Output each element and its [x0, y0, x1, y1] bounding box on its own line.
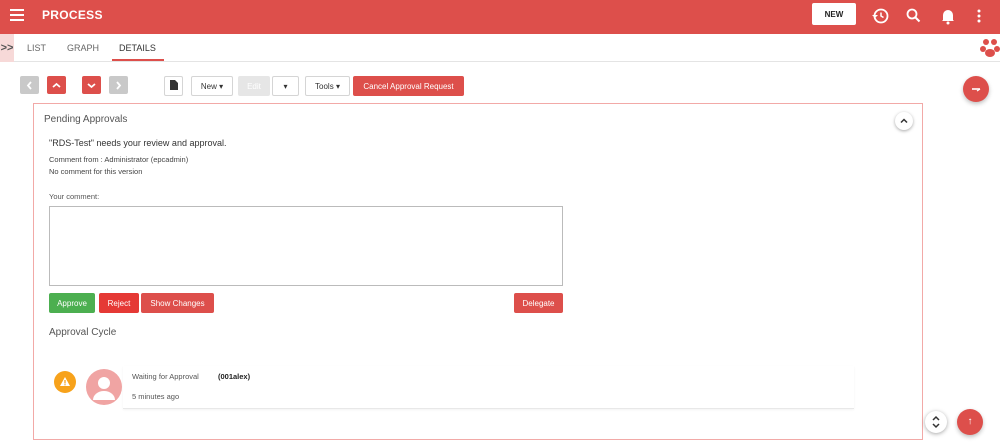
no-comment-note: No comment for this version [49, 167, 143, 176]
new-dropdown-button[interactable]: New ▾ [191, 76, 233, 96]
scroll-top-button[interactable]: ↑ [957, 409, 983, 435]
unfold-icon [932, 415, 940, 429]
menu-icon[interactable] [10, 9, 24, 21]
chevron-up-icon [900, 118, 908, 124]
show-changes-button[interactable]: Show Changes [141, 293, 214, 313]
avatar [86, 369, 122, 405]
edit-dropdown-toggle[interactable]: ▾ [272, 76, 299, 96]
active-tab-indicator [112, 59, 164, 61]
chevron-down-icon [87, 83, 96, 89]
tab-bar: >> LIST GRAPH DETAILS [0, 34, 1000, 62]
move-down-button[interactable] [82, 76, 101, 94]
tab-list[interactable]: LIST [27, 43, 46, 53]
bell-icon[interactable] [938, 6, 958, 26]
scroll-toggle-button[interactable] [925, 411, 947, 433]
more-vert-icon[interactable] [971, 6, 991, 26]
top-app-bar: PROCESS NEW [0, 0, 1000, 34]
delegate-button[interactable]: Delegate [514, 293, 563, 313]
panel-title: Pending Approvals [44, 114, 128, 125]
collapse-panel-button[interactable] [895, 112, 913, 130]
minimize-icon [972, 88, 981, 92]
approve-button[interactable]: Approve [49, 293, 95, 313]
document-button[interactable] [164, 76, 183, 96]
tab-details[interactable]: DETAILS [119, 43, 156, 53]
new-button[interactable]: NEW [812, 3, 856, 25]
edit-button[interactable]: Edit [238, 76, 270, 96]
approval-status: Waiting for Approval [132, 372, 199, 381]
review-message: "RDS-Test" needs your review and approva… [49, 138, 227, 148]
arrow-up-icon: ↑ [967, 416, 973, 427]
paw-icon[interactable] [980, 36, 1000, 60]
approval-cycle-title: Approval Cycle [49, 327, 117, 338]
expand-sidebar-button[interactable]: >> [0, 34, 14, 62]
comment-from: Comment from : Administrator (epcadmin) [49, 155, 189, 164]
history-icon[interactable] [870, 6, 890, 26]
tools-dropdown-button[interactable]: Tools ▾ [305, 76, 350, 96]
warning-icon [54, 371, 76, 393]
move-up-button[interactable] [47, 76, 66, 94]
previous-button[interactable] [20, 76, 39, 94]
collapse-fab-button[interactable] [963, 76, 989, 102]
app-title: PROCESS [42, 8, 103, 22]
next-button[interactable] [109, 76, 128, 94]
cancel-approval-request-button[interactable]: Cancel Approval Request [353, 76, 464, 96]
approver-user-id: (001alex) [218, 372, 251, 381]
chevron-left-icon [26, 81, 32, 90]
document-icon [169, 80, 178, 90]
your-comment-label: Your comment: [49, 192, 100, 201]
approval-time: 5 minutes ago [132, 392, 180, 401]
new-dropdown-label: New [200, 81, 217, 91]
tools-dropdown-label: Tools [315, 81, 334, 91]
chevron-right-icon [116, 81, 122, 90]
reject-button[interactable]: Reject [99, 293, 139, 313]
user-icon [93, 377, 115, 400]
tab-graph[interactable]: GRAPH [67, 43, 99, 53]
chevron-up-icon [52, 82, 61, 88]
comment-textarea[interactable] [49, 206, 563, 286]
search-icon[interactable] [904, 6, 924, 26]
